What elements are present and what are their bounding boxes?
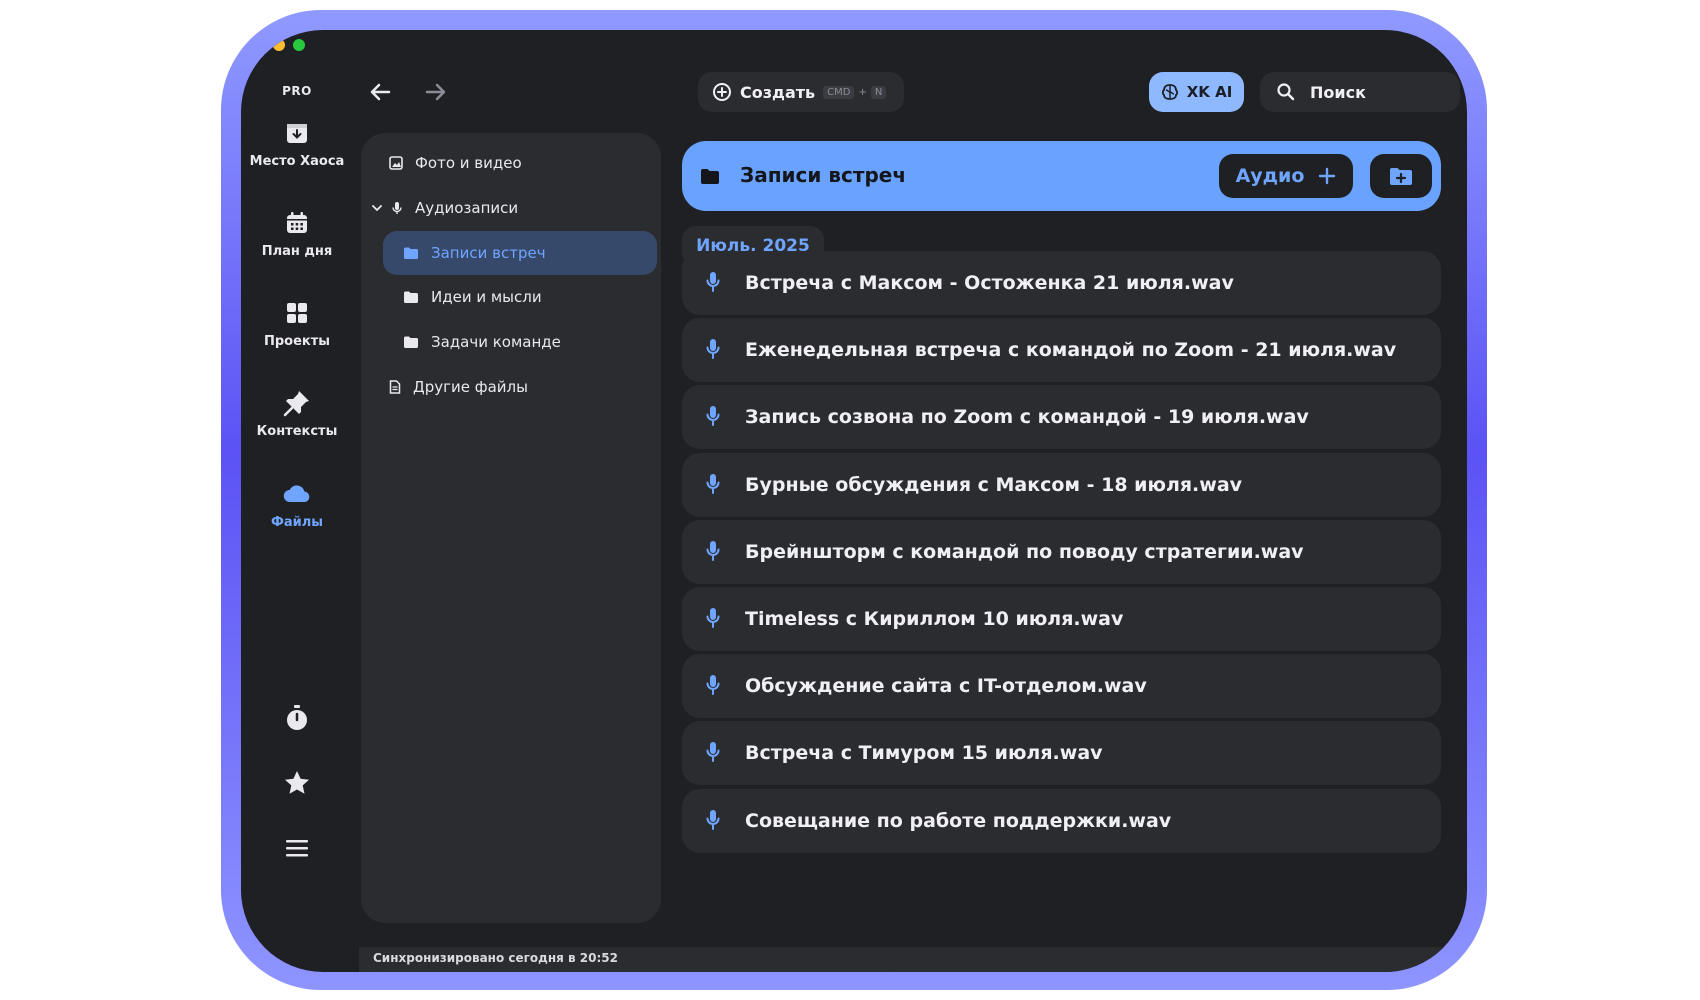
file-name: Обсуждение сайта с IT-отделом.wav — [745, 675, 1147, 697]
create-button[interactable]: Создать CMD + N — [698, 72, 904, 112]
shortcut-key-n: N — [870, 85, 887, 99]
add-audio-label: Аудио — [1235, 165, 1305, 187]
mic-icon — [706, 339, 720, 359]
tree-item-photos[interactable]: Фото и видео — [389, 154, 522, 172]
mic-icon — [706, 541, 720, 561]
window-controls — [253, 39, 305, 51]
file-name: Бурные обсуждения с Максом - 18 июля.wav — [745, 474, 1243, 496]
add-audio-button[interactable]: Аудио — [1219, 154, 1353, 198]
search-icon — [1277, 83, 1295, 101]
folder-plus-icon — [1390, 168, 1412, 185]
file-name: Встреча с Максом - Остоженка 21 июля.wav — [745, 272, 1234, 294]
file-name: Брейншторм с командой по поводу стратеги… — [745, 541, 1304, 563]
file-name: Еженедельная встреча с командой по Zoom … — [745, 339, 1397, 361]
shortcut-plus: + — [858, 86, 867, 98]
rail-item-label: Файлы — [270, 515, 324, 530]
close-window-button[interactable] — [253, 39, 265, 51]
tree-item-label: Фото и видео — [415, 154, 522, 172]
minimize-window-button[interactable] — [273, 39, 285, 51]
folder-title: Записи встреч — [740, 163, 907, 187]
tree-item-ideas[interactable]: Идеи и мысли — [403, 288, 542, 306]
file-row[interactable]: Запись созвона по Zoom с командой - 19 и… — [682, 385, 1441, 449]
mic-icon — [706, 742, 720, 762]
file-row[interactable]: Timeless с Кириллом 10 июля.wav — [682, 587, 1441, 651]
plus-icon — [1319, 167, 1336, 185]
chevron-down-icon[interactable] — [371, 202, 383, 214]
folder-tree-panel: Фото и видео Аудиозаписи Записи встреч И… — [361, 133, 661, 923]
rail-item-contexts[interactable]: Контексты — [241, 388, 353, 439]
file-name: Запись созвона по Zoom с командой - 19 и… — [745, 406, 1309, 428]
tree-item-label: Идеи и мысли — [431, 288, 542, 306]
back-arrow-icon[interactable] — [367, 78, 395, 106]
maximize-window-button[interactable] — [293, 39, 305, 51]
pin-icon — [283, 391, 309, 417]
app-window: PRO Место Хаоса План дня Проекты Контекс… — [241, 30, 1467, 972]
rail-item-chaos[interactable]: Место Хаоса — [241, 118, 353, 169]
file-row[interactable]: Обсуждение сайта с IT-отделом.wav — [682, 654, 1441, 718]
inbox-download-icon — [287, 124, 307, 143]
mic-icon — [706, 675, 720, 695]
shortcut-key-cmd: CMD — [823, 85, 855, 99]
file-row[interactable]: Совещание по работе поддержки.wav — [682, 789, 1441, 853]
menu-icon[interactable] — [281, 832, 313, 864]
tree-item-label: Задачи команде — [431, 333, 561, 351]
mic-icon — [706, 810, 720, 830]
rail-item-label: План дня — [261, 244, 333, 259]
rail-item-day-plan[interactable]: План дня — [241, 208, 353, 259]
mic-icon — [706, 608, 720, 628]
ai-button[interactable]: XK AI — [1149, 72, 1244, 112]
tree-item-label: Аудиозаписи — [415, 199, 519, 217]
tree-item-audio[interactable]: Аудиозаписи — [371, 199, 518, 217]
new-folder-button[interactable] — [1370, 154, 1432, 198]
file-row[interactable]: Встреча с Тимуром 15 июля.wav — [682, 721, 1441, 785]
file-row[interactable]: Еженедельная встреча с командой по Zoom … — [682, 318, 1441, 382]
tree-item-label: Другие файлы — [413, 378, 528, 396]
folder-icon — [404, 291, 418, 303]
mic-icon — [392, 202, 402, 214]
document-icon — [389, 380, 401, 394]
folder-icon — [701, 169, 719, 184]
tree-item-meeting-records[interactable]: Записи встреч — [383, 231, 657, 275]
tree-item-label: Записи встреч — [431, 244, 546, 262]
search-placeholder: Поиск — [1310, 82, 1366, 102]
rail-item-files[interactable]: Файлы — [241, 479, 353, 530]
file-row[interactable]: Бурные обсуждения с Максом - 18 июля.wav — [682, 453, 1441, 517]
ai-button-label: XK AI — [1186, 83, 1233, 101]
folder-header: Записи встреч Аудио — [682, 141, 1441, 211]
tree-item-other-files[interactable]: Другие файлы — [389, 378, 528, 396]
file-row[interactable]: Брейншторм с командой по поводу стратеги… — [682, 520, 1441, 584]
mic-icon — [706, 406, 720, 426]
plan-badge: PRO — [282, 84, 312, 98]
folder-icon — [404, 336, 418, 348]
rail-item-projects[interactable]: Проекты — [241, 298, 353, 349]
folder-icon — [404, 247, 418, 259]
forward-arrow-icon[interactable] — [421, 78, 449, 106]
file-row[interactable]: Встреча с Максом - Остоженка 21 июля.wav — [682, 251, 1441, 315]
create-button-label: Создать — [740, 82, 816, 102]
rail-item-label: Проекты — [263, 334, 331, 349]
file-name: Встреча с Тимуром 15 июля.wav — [745, 742, 1103, 764]
tree-item-team-tasks[interactable]: Задачи команде — [403, 333, 561, 351]
grid-icon — [287, 303, 307, 323]
search-input[interactable]: Поиск — [1260, 72, 1460, 112]
image-icon — [389, 156, 403, 170]
calendar-icon — [287, 212, 307, 233]
mic-icon — [706, 272, 720, 292]
file-name: Timeless с Кириллом 10 июля.wav — [745, 608, 1124, 630]
mic-icon — [706, 474, 720, 494]
rail-item-label: Место Хаоса — [249, 154, 345, 169]
star-icon[interactable] — [281, 767, 313, 799]
brain-icon — [1161, 84, 1178, 100]
sync-status: Синхронизировано сегодня в 20:52 — [359, 947, 1467, 972]
file-name: Совещание по работе поддержки.wav — [745, 810, 1172, 832]
cloud-icon — [283, 485, 310, 503]
rail-item-label: Контексты — [256, 424, 338, 439]
timer-icon[interactable] — [281, 702, 313, 734]
plus-circle-icon — [713, 83, 731, 101]
